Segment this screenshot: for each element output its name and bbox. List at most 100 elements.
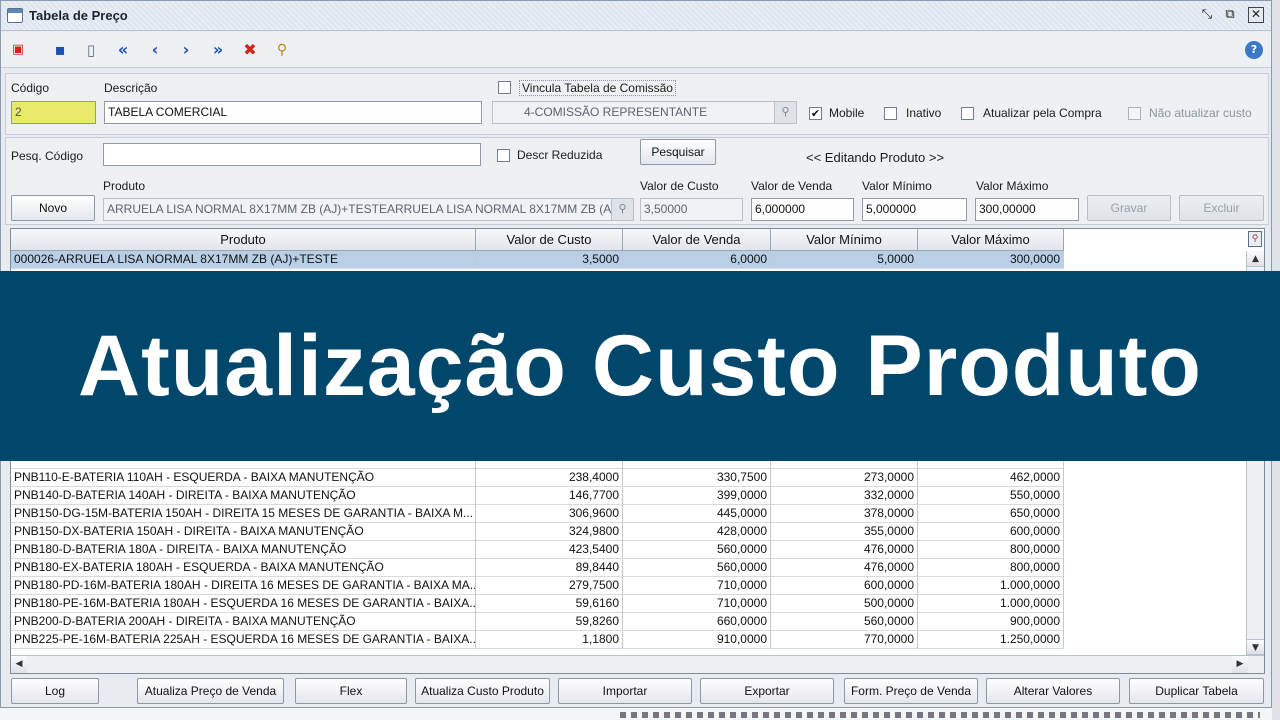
cell-valor-custo: 324,9800 [476, 523, 623, 541]
descricao-field[interactable]: TABELA COMERCIAL [104, 101, 482, 124]
comissao-lookup-icon[interactable]: ⚲ [774, 102, 796, 123]
cell-valor-maximo: 550,0000 [918, 487, 1064, 505]
editando-produto-text: << Editando Produto >> [806, 150, 945, 165]
produto-lookup-icon[interactable]: ⚲ [611, 199, 633, 220]
inativo-checkbox[interactable] [884, 107, 897, 120]
valor-venda-field[interactable]: 6,000000 [751, 198, 854, 221]
cell-valor-custo: 238,4000 [476, 469, 623, 487]
maximize-icon[interactable]: ⧉ [1222, 7, 1238, 23]
cell-valor-maximo: 300,0000 [918, 251, 1064, 269]
background-blur [620, 712, 1260, 718]
comissao-value: 4-COMISSÃO REPRESENTANTE [524, 105, 708, 119]
toolbar: ▣ ▪ ▯ « ‹ › » ✖ ⚲ ? [1, 32, 1271, 68]
excluir-button[interactable]: Excluir [1179, 195, 1264, 221]
valor-custo-field[interactable]: 3,50000 [640, 198, 743, 221]
window-title: Tabela de Preço [29, 8, 128, 23]
cell-valor-minimo: 273,0000 [771, 469, 918, 487]
duplicar-tabela-button[interactable]: Duplicar Tabela [1129, 678, 1264, 704]
cell-valor-minimo: 332,0000 [771, 487, 918, 505]
cell-valor-custo: 3,5000 [476, 251, 623, 269]
cell-valor-venda: 660,0000 [623, 613, 771, 631]
exportar-button[interactable]: Exportar [700, 678, 834, 704]
codigo-label: Código [11, 81, 50, 95]
table-row[interactable]: PNB140-D-BATERIA 140AH - DIREITA - BAIXA… [11, 487, 1064, 505]
cell-produto: PNB180-PD-16M-BATERIA 180AH - DIREITA 16… [11, 577, 476, 595]
cell-valor-venda: 560,0000 [623, 559, 771, 577]
first-record-icon[interactable]: « [112, 39, 134, 61]
table-row[interactable]: PNB150-DX-BATERIA 150AH - DIREITA - BAIX… [11, 523, 1064, 541]
atualizar-compra-checkbox[interactable] [961, 107, 974, 120]
horizontal-scrollbar[interactable]: ◀ ▶ [11, 655, 1264, 673]
cell-produto: PNB110-E-BATERIA 110AH - ESQUERDA - BAIX… [11, 469, 476, 487]
importar-button[interactable]: Importar [558, 678, 692, 704]
alterar-valores-button[interactable]: Alterar Valores [986, 678, 1120, 704]
background-strip-bottom [0, 708, 1272, 720]
log-button[interactable]: Log [11, 678, 99, 704]
novo-button[interactable]: Novo [11, 195, 95, 221]
flex-button[interactable]: Flex [295, 678, 407, 704]
gravar-button[interactable]: Gravar [1087, 195, 1171, 221]
scroll-right-icon[interactable]: ▶ [1232, 656, 1248, 673]
cell-valor-venda: 399,0000 [623, 487, 771, 505]
header-valor-maximo[interactable]: Valor Máximo [918, 229, 1064, 251]
comissao-field[interactable]: 4-COMISSÃO REPRESENTANTE ⚲ [492, 101, 797, 124]
cell-valor-venda: 560,0000 [623, 541, 771, 559]
delete-icon[interactable]: ✖ [239, 39, 261, 61]
table-row[interactable]: PNB180-D-BATERIA 180A - DIREITA - BAIXA … [11, 541, 1064, 559]
valor-maximo-field[interactable]: 300,00000 [975, 198, 1079, 221]
nao-atualizar-checkbox[interactable] [1128, 107, 1141, 120]
document-icon[interactable]: ▯ [80, 39, 102, 61]
table-row[interactable]: PNB110-E-BATERIA 110AH - ESQUERDA - BAIX… [11, 469, 1064, 487]
cell-valor-custo: 146,7700 [476, 487, 623, 505]
vincula-checkbox[interactable] [498, 81, 511, 94]
cell-valor-minimo: 476,0000 [771, 559, 918, 577]
cell-produto: 000026-ARRUELA LISA NORMAL 8X17MM ZB (AJ… [11, 251, 476, 269]
scroll-up-icon[interactable]: ▲ [1247, 251, 1264, 267]
cell-valor-minimo: 378,0000 [771, 505, 918, 523]
scroll-left-icon[interactable]: ◀ [11, 656, 27, 673]
header-valor-custo[interactable]: Valor de Custo [476, 229, 623, 251]
table-row[interactable]: PNB180-PD-16M-BATERIA 180AH - DIREITA 16… [11, 577, 1064, 595]
previous-record-icon[interactable]: ‹ [144, 39, 166, 61]
descr-reduzida-checkbox[interactable] [497, 149, 510, 162]
last-record-icon[interactable]: » [207, 39, 229, 61]
header-valor-minimo[interactable]: Valor Mínimo [771, 229, 918, 251]
pesq-codigo-field[interactable] [103, 143, 481, 166]
minimize-icon[interactable]: ⤡ [1199, 7, 1215, 23]
table-row[interactable]: PNB180-EX-BATERIA 180AH - ESQUERDA - BAI… [11, 559, 1064, 577]
cell-valor-minimo: 600,0000 [771, 577, 918, 595]
nao-atualizar-label: Não atualizar custo [1149, 106, 1252, 120]
atualiza-custo-produto-button[interactable]: Atualiza Custo Produto [415, 678, 550, 704]
table-row[interactable]: PNB200-D-BATERIA 200AH - DIREITA - BAIXA… [11, 613, 1064, 631]
cell-valor-maximo: 900,0000 [918, 613, 1064, 631]
produto-label: Produto [103, 179, 146, 193]
table-row[interactable]: PNB180-PE-16M-BATERIA 180AH - ESQUERDA 1… [11, 595, 1064, 613]
atualiza-preco-venda-button[interactable]: Atualiza Preço de Venda [137, 678, 284, 704]
table-row-selected[interactable]: 000026-ARRUELA LISA NORMAL 8X17MM ZB (AJ… [11, 251, 1064, 269]
next-record-icon[interactable]: › [175, 39, 197, 61]
exit-icon[interactable]: ▣ [7, 39, 29, 61]
valor-minimo-field[interactable]: 5,000000 [862, 198, 967, 221]
codigo-field[interactable]: 2 [11, 101, 96, 124]
banner-text: Atualização Custo Produto [78, 317, 1202, 414]
scroll-down-icon[interactable]: ▼ [1247, 639, 1264, 655]
cell-valor-custo: 89,8440 [476, 559, 623, 577]
produto-field[interactable]: ARRUELA LISA NORMAL 8X17MM ZB (AJ)+TESTE… [103, 198, 634, 221]
column-chooser-icon[interactable]: ⚲ [1248, 231, 1262, 247]
pesquisar-button[interactable]: Pesquisar [640, 139, 716, 165]
cell-valor-minimo: 500,0000 [771, 595, 918, 613]
footer-buttons: Log Atualiza Preço de Venda Flex Atualiza C… [1, 678, 1271, 708]
cell-valor-maximo: 1.250,0000 [918, 631, 1064, 649]
header-valor-venda[interactable]: Valor de Venda [623, 229, 771, 251]
save-icon[interactable]: ▪ [49, 39, 71, 61]
table-header: Produto Valor de Custo Valor de Venda Va… [11, 229, 1064, 251]
atualizar-compra-label: Atualizar pela Compra [983, 106, 1102, 120]
search-icon[interactable]: ⚲ [271, 39, 293, 61]
mobile-checkbox[interactable]: ✔ [809, 107, 822, 120]
table-row[interactable]: PNB225-PE-16M-BATERIA 225AH - ESQUERDA 1… [11, 631, 1064, 649]
form-preco-venda-button[interactable]: Form. Preço de Venda [844, 678, 978, 704]
header-produto[interactable]: Produto [11, 229, 476, 251]
table-row[interactable]: PNB150-DG-15M-BATERIA 150AH - DIREITA 15… [11, 505, 1064, 523]
help-icon[interactable]: ? [1245, 41, 1263, 59]
close-icon[interactable]: ✕ [1248, 7, 1264, 23]
